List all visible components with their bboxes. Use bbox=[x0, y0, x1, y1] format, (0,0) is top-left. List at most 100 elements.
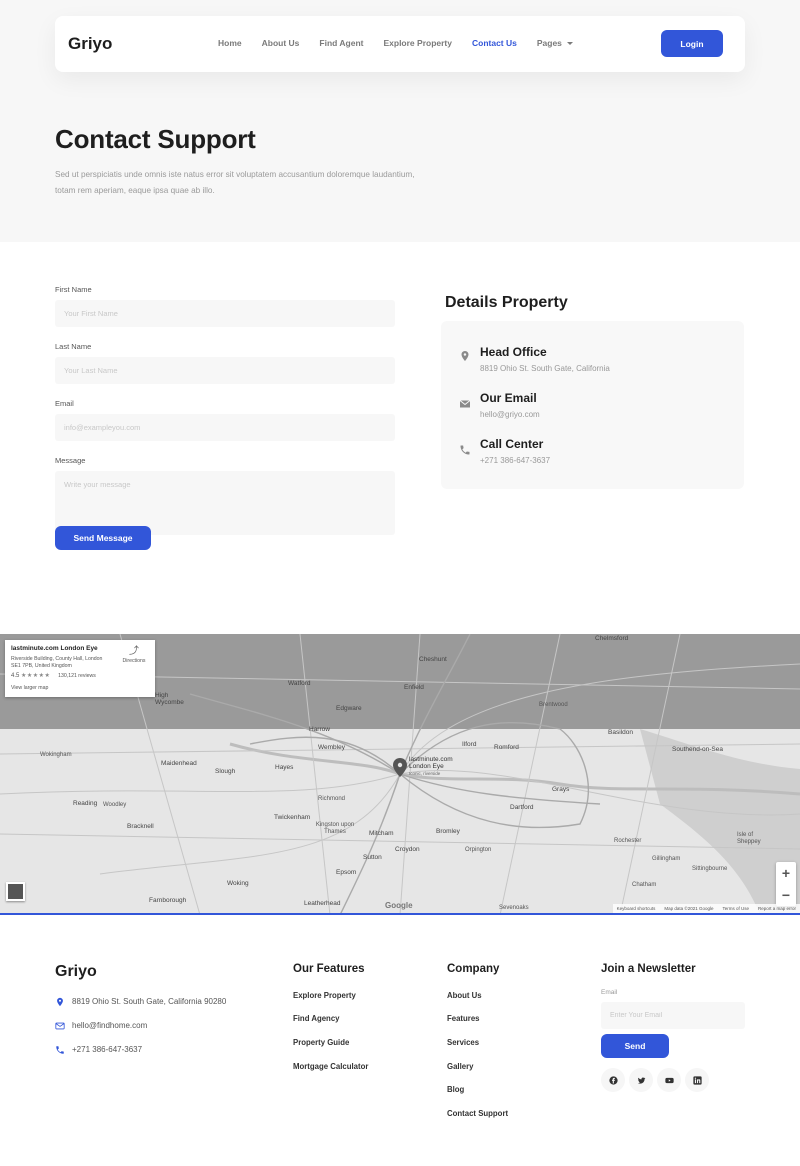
footer-link-services[interactable]: Services bbox=[447, 1038, 479, 1047]
directions-button[interactable]: ⤴ Directions bbox=[119, 646, 149, 664]
map-pin-icon bbox=[57, 997, 63, 1007]
footer-company-title: Company bbox=[447, 963, 500, 975]
email-input[interactable] bbox=[55, 414, 395, 441]
map-place: Dartford bbox=[510, 804, 534, 811]
nav-contact-us[interactable]: Contact Us bbox=[472, 38, 517, 48]
view-larger-map-link[interactable]: View larger map bbox=[11, 685, 48, 691]
facebook-button[interactable] bbox=[601, 1068, 625, 1092]
footer-brand[interactable]: Griyo bbox=[55, 963, 97, 981]
zoom-in-button[interactable]: + bbox=[776, 862, 796, 884]
footer-features-title: Our Features bbox=[293, 963, 365, 975]
map-place: Sittingbourne bbox=[692, 866, 728, 872]
pin-label-line: London Eye bbox=[409, 763, 444, 770]
nav-about-us[interactable]: About Us bbox=[262, 38, 300, 48]
linkedin-button[interactable] bbox=[685, 1068, 709, 1092]
map-place: Gillingham bbox=[652, 856, 681, 862]
footer-link-explore-property[interactable]: Explore Property bbox=[293, 991, 356, 1000]
reviews-link[interactable]: 130,121 reviews bbox=[58, 673, 96, 679]
facebook-icon bbox=[608, 1075, 618, 1085]
zoom-out-button[interactable]: − bbox=[776, 884, 796, 906]
map-place-title[interactable]: lastminute.com London Eye bbox=[11, 645, 98, 652]
map-place: Bromley bbox=[436, 828, 460, 835]
envelope-icon bbox=[459, 400, 471, 408]
detail-title: Call Center bbox=[480, 437, 544, 451]
footer-link-mortgage-calculator[interactable]: Mortgage Calculator bbox=[293, 1062, 368, 1071]
youtube-button[interactable] bbox=[657, 1068, 681, 1092]
last-name-input[interactable] bbox=[55, 357, 395, 384]
first-name-label: First Name bbox=[55, 285, 92, 294]
send-message-button[interactable]: Send Message bbox=[55, 526, 151, 550]
footer-phone-text: +271 386-647-3637 bbox=[72, 1045, 143, 1054]
footer-link-about-us[interactable]: About Us bbox=[447, 991, 482, 1000]
map-layer-toggle[interactable] bbox=[6, 882, 25, 901]
map-place: Slough bbox=[215, 768, 236, 775]
details-title: Details Property bbox=[445, 294, 568, 311]
map-place: Enfield bbox=[404, 684, 424, 691]
detail-title: Head Office bbox=[480, 345, 547, 359]
first-name-input[interactable] bbox=[55, 300, 395, 327]
footer-link-gallery[interactable]: Gallery bbox=[447, 1062, 473, 1071]
youtube-icon bbox=[664, 1077, 674, 1083]
map-place: Hayes bbox=[275, 764, 294, 771]
map-place: Grays bbox=[552, 786, 570, 793]
footer-link-blog[interactable]: Blog bbox=[447, 1085, 464, 1094]
details-card: Head Office 8819 Ohio St. South Gate, Ca… bbox=[441, 321, 744, 489]
footer-email-text[interactable]: hello@findhome.com bbox=[72, 1021, 147, 1030]
nav-find-agent[interactable]: Find Agent bbox=[319, 38, 363, 48]
newsletter-send-button[interactable]: Send bbox=[601, 1034, 669, 1058]
newsletter-email-input[interactable] bbox=[601, 1002, 745, 1029]
nav-explore-property[interactable]: Explore Property bbox=[383, 38, 452, 48]
keyboard-shortcuts-link[interactable]: Keyboard shortcuts bbox=[617, 906, 656, 911]
map-place: Epsom bbox=[336, 869, 357, 876]
pin-label-line: lastminute.com bbox=[409, 756, 453, 763]
map-place: Sevenoaks bbox=[499, 905, 529, 911]
page-title: Contact Support bbox=[55, 124, 256, 154]
footer-link-contact-support[interactable]: Contact Support bbox=[447, 1109, 508, 1118]
brand-logo[interactable]: Griyo bbox=[68, 34, 112, 54]
detail-text: hello@griyo.com bbox=[480, 410, 540, 419]
terms-link[interactable]: Terms of Use bbox=[722, 906, 749, 911]
map-place: Richmond bbox=[318, 796, 346, 802]
rating-value: 4.5 bbox=[11, 673, 20, 679]
twitter-button[interactable] bbox=[629, 1068, 653, 1092]
twitter-icon bbox=[637, 1076, 645, 1084]
report-error-link[interactable]: Report a map error bbox=[758, 906, 796, 911]
email-label: Email bbox=[55, 399, 74, 408]
directions-icon: ⤴ bbox=[129, 646, 139, 657]
hero-section: Griyo Home About Us Find Agent Explore P… bbox=[0, 0, 800, 242]
login-button[interactable]: Login bbox=[661, 30, 723, 57]
map-place: Mitcham bbox=[369, 830, 394, 837]
map-place-rating: 4.5 ★★★★★ 130,121 reviews bbox=[11, 672, 96, 679]
nav-pages-dropdown[interactable]: Pages bbox=[537, 38, 573, 48]
navbar: Griyo Home About Us Find Agent Explore P… bbox=[55, 16, 745, 72]
footer-link-find-agency[interactable]: Find Agency bbox=[293, 1014, 340, 1023]
embedded-map[interactable]: Chelmsford Watford Cheshunt Enfield Edgw… bbox=[0, 634, 800, 915]
footer-link-property-guide[interactable]: Property Guide bbox=[293, 1038, 349, 1047]
map-place: Farnborough bbox=[149, 897, 187, 904]
phone-icon bbox=[460, 445, 470, 455]
map-attribution: Keyboard shortcuts Map data ©2021 Google… bbox=[612, 904, 800, 913]
map-place: Cheshunt bbox=[419, 656, 447, 663]
google-logo: Google bbox=[385, 901, 413, 910]
map-pin-label[interactable]: lastminute.com London Eye Iconic, rivers… bbox=[409, 756, 453, 777]
footer-link-features[interactable]: Features bbox=[447, 1014, 480, 1023]
map-place: Woodley bbox=[103, 802, 127, 808]
map-place: Woking bbox=[227, 880, 249, 887]
map-place: High Wycombe bbox=[155, 692, 184, 706]
map-place: Isle of Sheppey bbox=[737, 832, 761, 845]
detail-text: +271 386-647-3637 bbox=[480, 456, 551, 465]
map-place: Basildon bbox=[608, 729, 633, 736]
map-place: Harrow bbox=[309, 726, 330, 733]
message-label: Message bbox=[55, 456, 86, 465]
footer-address-text: 8819 Ohio St. South Gate, California 902… bbox=[72, 997, 227, 1006]
map-place: Croydon bbox=[395, 846, 420, 853]
directions-label: Directions bbox=[122, 658, 146, 664]
map-place: Maidenhead bbox=[161, 760, 197, 767]
nav-home[interactable]: Home bbox=[218, 38, 242, 48]
map-place: Leatherhead bbox=[304, 900, 341, 907]
map-place: Bracknell bbox=[127, 823, 154, 830]
map-place: Romford bbox=[494, 744, 519, 751]
map-zoom-control: + − bbox=[776, 862, 796, 906]
map-place: Orpington bbox=[465, 847, 492, 853]
linkedin-icon bbox=[692, 1075, 702, 1085]
